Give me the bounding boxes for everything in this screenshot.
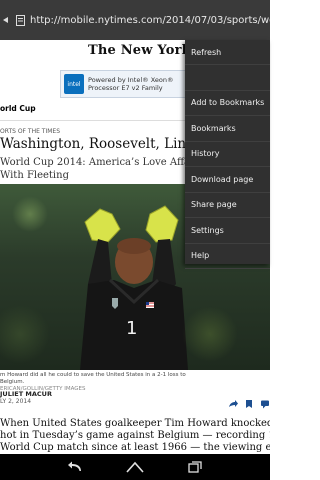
back-icon[interactable] xyxy=(66,458,84,476)
article-byline[interactable]: JULIET MACUR xyxy=(0,390,52,398)
article-subhead: World Cup 2014: America’s Love Affair Wi… xyxy=(0,157,198,181)
url-field[interactable]: http://mobile.nytimes.com/2014/07/03/spo… xyxy=(28,15,270,26)
browser-toolbar: http://mobile.nytimes.com/2014/07/03/spo… xyxy=(0,0,270,40)
back-arrow-icon[interactable] xyxy=(0,0,12,40)
share-icons xyxy=(228,394,270,409)
article-date: LY 2, 2014 xyxy=(0,398,32,405)
menu-item-add-to-bookmarks[interactable]: Add to Bookmarks xyxy=(185,91,270,116)
article-kicker[interactable]: ORTS OF THE TIMES xyxy=(0,128,60,135)
comment-icon[interactable] xyxy=(260,394,270,409)
home-icon[interactable] xyxy=(126,458,144,476)
menu-item-blank[interactable] xyxy=(185,65,270,91)
ad-banner[interactable]: intel Powered by Intel® Xeon® Processor … xyxy=(60,70,194,98)
menu-item-share-page[interactable]: Share page xyxy=(185,193,270,218)
intel-logo-icon: intel xyxy=(64,74,84,94)
menu-item-history[interactable]: History xyxy=(185,142,270,167)
menu-item-refresh[interactable]: Refresh xyxy=(185,40,270,65)
menu-item-settings[interactable]: Settings xyxy=(185,218,270,244)
caption-text: m Howard did all he could to save the Un… xyxy=(0,372,186,385)
system-nav-bar xyxy=(0,454,270,480)
recent-apps-icon[interactable] xyxy=(186,458,204,476)
article-body: When United States goalkeeper Tim Howard… xyxy=(0,418,270,454)
article-line: World Cup match since at least 1966 — th… xyxy=(0,442,270,453)
save-icon[interactable] xyxy=(244,394,254,408)
article-line: When United States goalkeeper Tim Howard… xyxy=(0,418,270,429)
section-label[interactable]: orld Cup xyxy=(0,104,36,113)
browser-overflow-menu: Refresh Add to Bookmarks Bookmarks Histo… xyxy=(185,40,270,269)
menu-item-download-page[interactable]: Download page xyxy=(185,167,270,193)
share-arrow-icon[interactable] xyxy=(228,394,238,407)
article-line: hot in Tuesday’s game against Belgium — … xyxy=(0,430,270,441)
ad-line-1: Powered by Intel® Xeon® xyxy=(88,76,174,84)
menu-item-help[interactable]: Help xyxy=(185,244,270,269)
page-icon xyxy=(12,0,28,40)
ad-line-2: Processor E7 v2 Family xyxy=(88,84,163,92)
menu-item-bookmarks[interactable]: Bookmarks xyxy=(185,116,270,142)
